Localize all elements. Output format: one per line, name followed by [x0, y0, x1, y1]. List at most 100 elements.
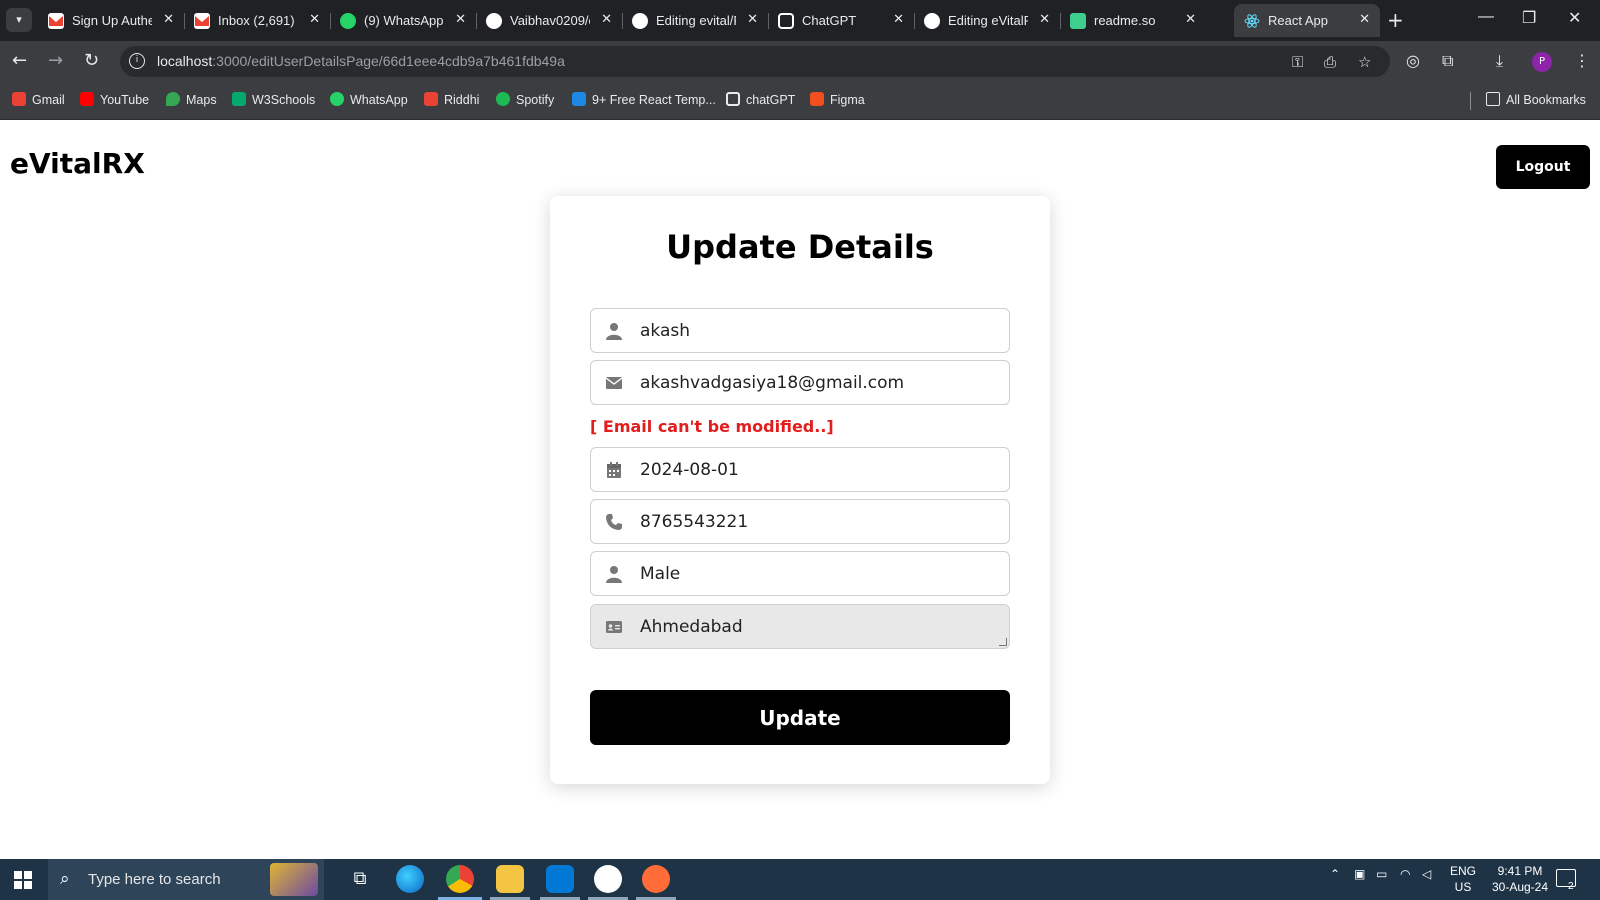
password-key-icon[interactable]: ⚿: [1292, 53, 1303, 71]
whatsapp-icon: [330, 92, 344, 106]
postman-icon[interactable]: [642, 865, 670, 893]
lang-region: US: [1454, 880, 1472, 894]
wifi-icon[interactable]: ◠: [1400, 867, 1410, 881]
all-bookmarks[interactable]: All Bookmarks: [1486, 92, 1586, 107]
forward-icon[interactable]: →: [48, 50, 63, 72]
language-indicator[interactable]: ENG US: [1450, 863, 1476, 895]
bookmark-riddhi[interactable]: Riddhi: [424, 92, 479, 107]
address-field[interactable]: [590, 604, 1010, 649]
bookmark-w3schools[interactable]: W3Schools: [232, 92, 315, 107]
tab-react-app[interactable]: React App ✕: [1234, 4, 1380, 37]
search-highlight-icon: [270, 863, 318, 896]
bookmarks-bar: Gmail YouTube Maps W3Schools WhatsApp Ri…: [0, 82, 1600, 120]
profile-avatar[interactable]: P: [1532, 52, 1552, 72]
folder-icon: [1486, 92, 1500, 106]
back-icon[interactable]: ←: [12, 50, 27, 72]
bookmark-react-templates[interactable]: 9+ Free React Temp...: [572, 92, 716, 107]
taskbar-clock[interactable]: 9:41 PM 30-Aug-24: [1480, 863, 1560, 895]
update-button[interactable]: Update: [590, 690, 1010, 745]
tab-inbox[interactable]: Inbox (2,691) - ✕: [184, 4, 331, 37]
extension-colorful-icon[interactable]: ◎: [1406, 50, 1420, 72]
close-window-icon[interactable]: ✕: [1568, 8, 1581, 28]
close-icon[interactable]: ✕: [747, 11, 758, 27]
dob-input[interactable]: [640, 448, 1000, 491]
close-icon[interactable]: ✕: [1039, 11, 1050, 27]
gmail-icon: [12, 92, 26, 106]
windows-taskbar: ⌕ Type here to search ⧉ ⌃ ▣ ▭ ◠ ◁ ENG US …: [0, 859, 1600, 900]
file-explorer-icon[interactable]: [496, 865, 524, 893]
new-tab-button[interactable]: +: [1387, 8, 1404, 32]
address-card-icon: [606, 621, 622, 633]
tray-chevron-icon[interactable]: ⌃: [1330, 867, 1340, 881]
brand-logo[interactable]: eVitalRX: [10, 147, 145, 180]
site-info-icon[interactable]: i: [129, 53, 145, 69]
tab-chatgpt[interactable]: ChatGPT ✕: [768, 4, 915, 37]
tab-title: Vaibhav0209/e: [510, 13, 590, 28]
bookmark-star-icon[interactable]: ☆: [1358, 53, 1371, 71]
extensions-puzzle-icon[interactable]: ⧉: [1442, 50, 1453, 72]
address-bar[interactable]: i localhost:3000/editUserDetailsPage/66d…: [120, 46, 1390, 77]
bookmark-maps[interactable]: Maps: [166, 92, 217, 107]
close-icon[interactable]: ✕: [309, 11, 320, 27]
taskbar-search-box[interactable]: ⌕ Type here to search: [48, 859, 324, 900]
reload-icon[interactable]: ↻: [84, 50, 99, 72]
downloads-icon[interactable]: ⤓: [1496, 50, 1503, 72]
tab-title: readme.so: [1094, 13, 1156, 28]
textarea-resize-handle[interactable]: [999, 638, 1007, 646]
tab-readme[interactable]: readme.so ✕: [1060, 4, 1206, 37]
page-content: eVitalRX Logout Update Details [ Email c…: [0, 120, 1600, 859]
email-input[interactable]: [640, 361, 1000, 404]
dob-field[interactable]: [590, 447, 1010, 492]
install-app-icon[interactable]: ⎙: [1324, 53, 1336, 71]
gender-field[interactable]: [590, 551, 1010, 596]
address-textarea[interactable]: [640, 605, 1000, 648]
close-icon[interactable]: ✕: [1359, 11, 1370, 27]
close-icon[interactable]: ✕: [1185, 11, 1196, 27]
restore-icon[interactable]: ❐: [1522, 8, 1536, 28]
minimize-icon[interactable]: —: [1478, 8, 1494, 26]
battery-icon[interactable]: ▭: [1376, 867, 1387, 881]
react-templates-icon: [572, 92, 586, 106]
bookmark-youtube[interactable]: YouTube: [80, 92, 149, 107]
bookmark-chatgpt[interactable]: chatGPT: [726, 92, 795, 107]
gender-input[interactable]: [640, 552, 1000, 595]
bookmark-whatsapp[interactable]: WhatsApp: [330, 92, 408, 107]
bookmark-gmail[interactable]: Gmail: [12, 92, 65, 107]
tab-github-vaibhav[interactable]: Vaibhav0209/e ✕: [476, 4, 623, 37]
windows-start-icon[interactable]: [14, 871, 32, 889]
phone-input[interactable]: [640, 500, 1000, 543]
tab-search-button[interactable]: ▾: [6, 8, 32, 32]
bookmark-figma[interactable]: Figma: [810, 92, 865, 107]
task-view-icon[interactable]: ⧉: [346, 865, 374, 893]
name-input[interactable]: [640, 309, 1000, 352]
tab-github-editing-evitalrx[interactable]: Editing eVitalR ✕: [914, 4, 1061, 37]
edge-icon[interactable]: [396, 865, 424, 893]
w3schools-icon: [232, 92, 246, 106]
tab-title: Inbox (2,691) -: [218, 13, 298, 28]
mongodb-compass-icon[interactable]: [594, 865, 622, 893]
gmail-icon: [424, 92, 438, 106]
chrome-icon[interactable]: [446, 865, 474, 893]
menu-kebab-icon[interactable]: ⋮: [1574, 50, 1590, 72]
email-field[interactable]: [590, 360, 1010, 405]
user-icon: [606, 566, 622, 583]
name-field[interactable]: [590, 308, 1010, 353]
logout-button[interactable]: Logout: [1496, 145, 1590, 189]
gmail-icon: [48, 13, 64, 29]
tab-sign-up[interactable]: Sign Up Authe ✕: [38, 4, 185, 37]
close-icon[interactable]: ✕: [455, 11, 466, 27]
tab-whatsapp[interactable]: (9) WhatsApp ✕: [330, 4, 477, 37]
vscode-icon[interactable]: [546, 865, 574, 893]
chatgpt-icon: [778, 13, 794, 29]
tab-title: React App: [1268, 13, 1328, 28]
phone-field[interactable]: [590, 499, 1010, 544]
bookmark-spotify[interactable]: Spotify: [496, 92, 554, 107]
url-text[interactable]: localhost:3000/editUserDetailsPage/66d1e…: [157, 53, 565, 69]
close-icon[interactable]: ✕: [601, 11, 612, 27]
tab-github-editing-evital[interactable]: Editing evital/F ✕: [622, 4, 769, 37]
close-icon[interactable]: ✕: [893, 11, 904, 27]
close-icon[interactable]: ✕: [163, 11, 174, 27]
volume-icon[interactable]: ◁: [1422, 867, 1431, 881]
meet-now-icon[interactable]: ▣: [1354, 867, 1365, 881]
readme-icon: [1070, 13, 1086, 29]
